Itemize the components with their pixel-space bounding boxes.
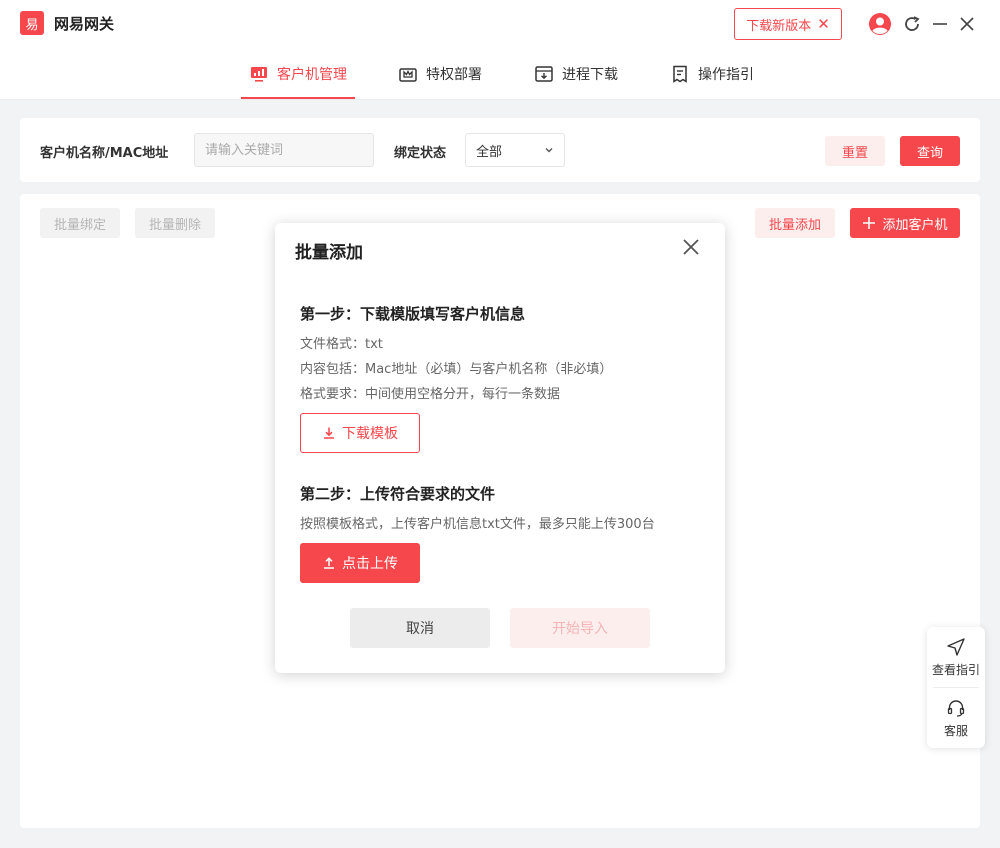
batch-bind-button[interactable]: 批量绑定 [40,208,120,238]
tab-label: 操作指引 [698,66,754,83]
step1-title: 第一步：下载模版填写客户机信息 [300,305,526,323]
view-guide-button[interactable]: 查看指引 [927,627,985,687]
step2-title: 第二步：上传符合要求的文件 [300,485,496,503]
document-icon [673,65,687,83]
download-new-version-button[interactable]: 下载新版本 ✕ [734,8,842,40]
filter-card: 客户机名称/MAC地址 绑定状态 全部 重置 查询 [20,118,980,182]
tab-process-download[interactable]: 进程下载 [534,48,618,99]
batch-delete-button[interactable]: 批量删除 [135,208,215,238]
chevron-down-icon [545,148,553,153]
floating-help-panel: 查看指引 客服 [927,627,985,748]
refresh-icon[interactable] [902,14,922,34]
keyword-search-input[interactable] [194,133,374,167]
batch-add-dialog: 批量添加 第一步：下载模版填写客户机信息 文件格式：txt 内容包括：Mac地址… [275,223,725,673]
monitor-chart-icon [251,66,267,82]
download-box-icon [535,65,553,82]
window-close-icon[interactable] [958,14,976,34]
update-close-icon[interactable]: ✕ [817,16,830,32]
update-label: 下载新版本 [746,18,812,34]
tab-label: 特权部署 [426,66,482,83]
upload-label: 点击上传 [342,556,398,572]
bind-status-select[interactable]: 全部 [465,133,565,167]
plus-icon [863,217,876,229]
download-icon [324,427,334,439]
bind-status-label: 绑定状态 [394,146,447,161]
cancel-button[interactable]: 取消 [350,608,490,648]
customer-service-label: 客服 [943,723,968,738]
add-client-label: 添加客户机 [882,217,948,233]
download-template-label: 下载模板 [342,426,398,442]
step1-format-requirement: 格式要求：中间使用空格分开，每行一条数据 [300,387,561,402]
crown-box-icon [399,67,417,82]
dialog-title: 批量添加 [295,243,363,263]
tab-label: 客户机管理 [277,66,347,83]
dialog-close-icon[interactable] [681,237,701,257]
tab-privilege-deploy[interactable]: 特权部署 [398,48,482,99]
name-mac-label: 客户机名称/MAC地址 [40,146,169,161]
tab-operation-guide[interactable]: 操作指引 [670,48,754,99]
title-bar: 易 网易网关 下载新版本 ✕ [0,0,1000,48]
add-client-button[interactable]: 添加客户机 [850,208,960,238]
reset-button[interactable]: 重置 [825,136,885,166]
tab-client-management[interactable]: 客户机管理 [241,48,355,99]
app-title: 网易网关 [54,15,115,33]
batch-add-button[interactable]: 批量添加 [755,208,835,238]
user-avatar-icon[interactable] [868,12,892,36]
tab-label: 进程下载 [562,66,618,83]
headset-icon [947,699,965,717]
download-template-button[interactable]: 下载模板 [300,413,420,453]
start-import-button[interactable]: 开始导入 [510,608,650,648]
logo-char: 易 [25,17,39,33]
upload-button[interactable]: 点击上传 [300,543,420,583]
bind-status-value: 全部 [476,144,503,160]
step1-content: 内容包括：Mac地址（必填）与客户机名称（非必填） [300,362,613,377]
step1-file-format: 文件格式：txt [300,337,383,352]
customer-service-button[interactable]: 客服 [927,688,985,748]
app-logo: 易 [20,11,44,35]
step2-description: 按照模板格式，上传客户机信息txt文件，最多只能上传300台 [300,517,655,532]
minimize-icon[interactable] [932,14,948,34]
navigation-arrow-icon [947,637,965,656]
query-button[interactable]: 查询 [900,136,960,166]
upload-icon [324,557,334,569]
view-guide-label: 查看指引 [931,662,980,677]
top-nav: 客户机管理 特权部署 进程下载 操作指引 [0,48,1000,100]
